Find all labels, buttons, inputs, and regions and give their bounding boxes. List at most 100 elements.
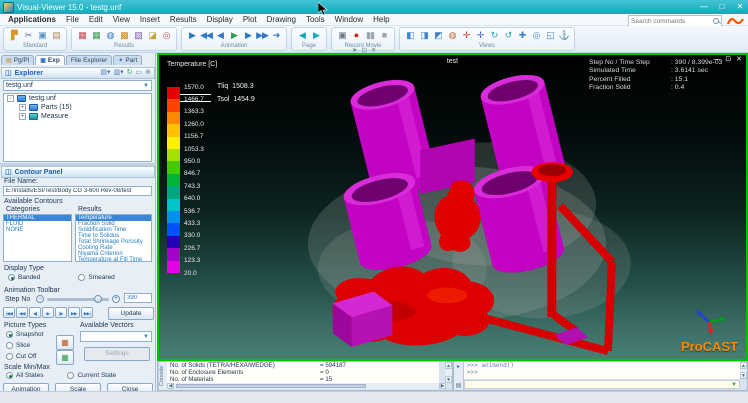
step-increment-button[interactable]: + — [112, 295, 120, 303]
menu-edit[interactable]: Edit — [84, 14, 108, 26]
cut-icon[interactable]: ✂ — [22, 29, 34, 42]
rotate-view-icon[interactable]: ↻ — [488, 29, 500, 42]
close-button[interactable]: ✕ — [734, 1, 746, 13]
search-input[interactable] — [629, 17, 713, 25]
menu-display[interactable]: Display — [202, 14, 238, 26]
step-back-button[interactable]: ◀| — [29, 307, 41, 318]
results-list[interactable]: TemperatureFraction SolidSolidification … — [75, 214, 152, 262]
step-number-field[interactable] — [124, 293, 152, 303]
submit-command-icon[interactable]: ▼ — [731, 382, 739, 388]
tree-toggle-icon[interactable]: + — [19, 113, 26, 120]
anchor-view-icon[interactable]: ⚓ — [558, 29, 570, 42]
pause-icon[interactable]: ▮▮ — [364, 29, 376, 42]
tab-file-explorer[interactable]: File Explorer — [66, 55, 112, 65]
tree-item[interactable]: +Parts (15) — [4, 103, 151, 112]
step-decrement-button[interactable]: − — [36, 295, 44, 303]
picture-type-option-cut-off[interactable]: Cut Off — [6, 353, 43, 360]
result-item[interactable]: Temperature at Fill Time — [76, 257, 151, 262]
tree-item[interactable]: -testg.unf — [4, 94, 151, 103]
viewport-restore-button[interactable]: ⊡ — [725, 56, 731, 64]
viewport-3d[interactable]: test —⊡✕ Temperature [C] Tliq 1508.3 Tso… — [157, 53, 748, 361]
cutoff-settings-button[interactable]: ▦ — [56, 350, 74, 365]
export-image-icon[interactable]: ◪ — [146, 29, 158, 42]
menu-view[interactable]: View — [108, 14, 135, 26]
float-panel-icon[interactable]: ⊡ — [361, 47, 366, 54]
hscroll-thumb[interactable] — [176, 384, 366, 388]
cut-plane-icon[interactable]: ▩ — [118, 29, 130, 42]
display-type-option-smeared[interactable]: Smeared — [78, 274, 114, 281]
menu-applications[interactable]: Applications — [3, 14, 61, 26]
fast-forward-button[interactable]: ▶▶ — [68, 307, 80, 318]
settings-button[interactable]: Settings — [84, 347, 150, 361]
next-frame-icon[interactable]: ▶ — [242, 29, 254, 42]
console-options-icon[interactable]: ▤ — [456, 382, 462, 389]
view-front-icon[interactable]: ◧ — [404, 29, 416, 42]
step-slider-thumb[interactable] — [94, 295, 102, 303]
menu-help[interactable]: Help — [368, 14, 394, 26]
contour-plot-icon[interactable]: ▦ — [90, 29, 102, 42]
copy-icon[interactable]: ▣ — [36, 29, 48, 42]
fit-view-icon[interactable]: ◱ — [544, 29, 556, 42]
view-iso-icon[interactable]: ◍ — [446, 29, 458, 42]
export-animation-icon[interactable]: ➜ — [270, 29, 282, 42]
last-step-button[interactable]: ▶▶| — [81, 307, 93, 318]
pin-panel-icon[interactable]: ➤ — [352, 47, 357, 54]
expand-output-icon[interactable]: ▸ — [457, 363, 460, 370]
align-axes-icon[interactable]: ✛ — [474, 29, 486, 42]
play-animation-icon[interactable]: ▶ — [228, 29, 240, 42]
last-frame-icon[interactable]: ▶▶ — [256, 29, 268, 42]
scroll-right-icon[interactable]: ▶ — [439, 383, 446, 389]
tab-pg-pl[interactable]: ▤Pg/Pl — [1, 55, 34, 65]
open-results-icon[interactable]: ▦ — [76, 29, 88, 42]
axes-triad-icon[interactable]: ✛ — [460, 29, 472, 42]
scroll-up-icon[interactable]: ▲ — [740, 362, 747, 369]
animation-panel-icon[interactable]: ▶ — [186, 29, 198, 42]
pan-view-icon[interactable]: ✚ — [516, 29, 528, 42]
category-item[interactable]: NONE — [4, 227, 71, 233]
tree-item[interactable]: +Measure — [4, 112, 151, 121]
menu-drawing[interactable]: Drawing — [262, 14, 301, 26]
previous-page-icon[interactable]: ◀ — [296, 29, 308, 42]
menu-file[interactable]: File — [61, 14, 84, 26]
scroll-down-icon[interactable]: ▼ — [445, 376, 452, 383]
update-button[interactable]: Update — [108, 307, 154, 320]
model-file-dropdown[interactable]: testg.unf ▼ — [3, 80, 152, 91]
menu-window[interactable]: Window — [330, 14, 368, 26]
stop-icon[interactable]: ■ — [378, 29, 390, 42]
search-icon[interactable] — [713, 18, 720, 25]
console-hscrollbar[interactable]: ◀ ▶ — [167, 383, 446, 389]
probe-value-icon[interactable]: ◎ — [160, 29, 172, 42]
open-file-icon[interactable]: ▛ — [8, 29, 20, 42]
viewport-minimize-button[interactable]: — — [713, 56, 720, 64]
comments-icon[interactable]: ▭ — [136, 68, 143, 78]
camera-icon[interactable]: ▣ — [336, 29, 348, 42]
minimize-button[interactable]: — — [698, 1, 710, 13]
previous-frame-icon[interactable]: ◀ — [214, 29, 226, 42]
tab-exp[interactable]: ▣Exp — [35, 55, 65, 65]
spin-view-icon[interactable]: ↺ — [502, 29, 514, 42]
step-forward-button[interactable]: |▶ — [55, 307, 67, 318]
step-slider[interactable] — [47, 298, 109, 301]
paste-icon[interactable]: ▤ — [50, 29, 62, 42]
scroll-up-icon[interactable]: ▲ — [445, 362, 452, 369]
python-input[interactable]: ▼ — [464, 380, 740, 389]
sort-mode-icon[interactable]: ▥▾ — [113, 68, 123, 78]
picture-type-option-snapshot[interactable]: Snapshot — [6, 331, 43, 338]
file-name-field[interactable] — [3, 186, 152, 196]
scale-option-all-states[interactable]: All States — [6, 372, 43, 379]
view-mode-icon[interactable]: ▤▾ — [100, 68, 110, 78]
categories-list[interactable]: THERMALFLUIDNONE — [3, 214, 72, 262]
vector-plot-icon[interactable]: ▨ — [132, 29, 144, 42]
display-type-option-banded[interactable]: Banded — [8, 274, 40, 281]
zoom-window-icon[interactable]: ◎ — [530, 29, 542, 42]
iso-surface-icon[interactable]: ◍ — [104, 29, 116, 42]
menu-insert[interactable]: Insert — [135, 14, 165, 26]
vectors-dropdown[interactable]: ▼ — [80, 331, 152, 342]
view-side-icon[interactable]: ◨ — [418, 29, 430, 42]
maximize-button[interactable]: □ — [716, 1, 728, 13]
refresh-icon[interactable]: ↻ — [127, 68, 133, 78]
scale-option-current-state[interactable]: Current State — [67, 372, 116, 379]
close-panel-icon[interactable]: ✕ — [371, 47, 376, 54]
menu-results[interactable]: Results — [165, 14, 202, 26]
view-top-icon[interactable]: ◩ — [432, 29, 444, 42]
